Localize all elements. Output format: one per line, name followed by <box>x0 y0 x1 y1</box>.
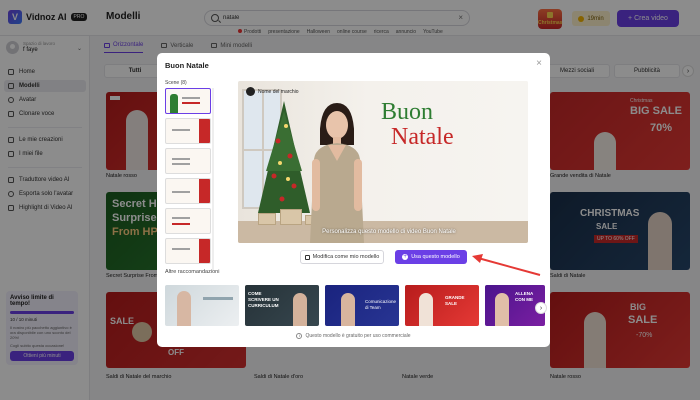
scene-thumbnail[interactable] <box>165 238 211 264</box>
avatar-figure <box>419 293 433 326</box>
card-text: GRANDE SALE <box>445 295 465 306</box>
card-text: Comunicazione di Team <box>365 299 397 310</box>
brand-placeholder: Nome del marchio <box>246 87 299 96</box>
scene-thumbnail[interactable] <box>165 118 211 144</box>
scene-accent <box>199 239 210 263</box>
edit-as-my-template-button[interactable]: Modifica come mio modello <box>300 250 384 264</box>
scene-text-line <box>172 217 190 219</box>
scene-text-line <box>172 248 190 250</box>
scene-text-line <box>172 163 190 165</box>
scene-list-scrollbar[interactable] <box>212 88 214 270</box>
text-line <box>203 297 233 300</box>
video-preview[interactable]: Nome del marchio Buon Natale Personalizz… <box>238 81 528 243</box>
scene-text-line <box>172 191 190 193</box>
avatar-figure <box>495 293 509 326</box>
scene-accent <box>199 179 210 203</box>
card-text: COME SCRIVERE UN CURRICULUM <box>248 291 279 308</box>
recommendation-card[interactable]: Comunicazione di Team <box>325 285 399 326</box>
scene-accent <box>199 119 210 143</box>
preview-title-natale: Natale <box>391 124 454 150</box>
template-preview-modal: Buon Natale × Scene (8) Nome del marchio… <box>157 53 550 347</box>
edit-icon <box>304 254 310 260</box>
scene-text-line <box>172 158 190 160</box>
avatar-figure <box>293 293 307 326</box>
scene-thumbnail[interactable] <box>165 88 211 114</box>
preview-subtitle: Personalizza questo modello di video Buo… <box>322 229 456 235</box>
recommendations-next-button[interactable]: › <box>535 302 547 314</box>
plus-icon: + <box>402 254 409 260</box>
preview-title-buon: Buon <box>381 99 434 125</box>
scene-thumbnail[interactable] <box>165 208 211 234</box>
scenes-label: Scene (8) <box>165 80 187 86</box>
recommendation-card[interactable] <box>165 285 239 326</box>
scene-text-line <box>172 129 190 131</box>
christmas-tree-image <box>258 101 310 223</box>
avatar-figure <box>177 291 191 326</box>
modal-title: Buon Natale <box>165 61 209 70</box>
presenter-avatar <box>310 103 364 243</box>
scene-text-line <box>172 223 190 225</box>
gift-box <box>280 209 302 225</box>
avatar-figure <box>341 293 355 326</box>
scene-thumbnail[interactable] <box>165 148 211 174</box>
commercial-use-note: i Questo modello è gratuito per uso comm… <box>157 333 550 339</box>
gift-box <box>258 213 276 225</box>
recommendations-label: Altre raccomandazioni <box>165 269 220 275</box>
recommendations-row: COME SCRIVERE UN CURRICULUM Comunicazion… <box>165 285 547 327</box>
scene-tree <box>170 94 178 113</box>
close-icon[interactable]: × <box>536 58 542 69</box>
scene-text-line <box>182 97 200 99</box>
scene-list <box>165 88 215 270</box>
annotation-arrow-icon <box>472 254 541 276</box>
use-template-button[interactable]: + Usa questo modello <box>395 250 467 264</box>
info-icon: i <box>296 333 303 339</box>
recommendation-card[interactable]: COME SCRIVERE UN CURRICULUM <box>245 285 319 326</box>
brand-logo-icon <box>246 87 255 96</box>
brand-name-text: Nome del marchio <box>258 88 299 95</box>
recommendation-card[interactable]: GRANDE SALE <box>405 285 479 326</box>
scene-thumbnail[interactable] <box>165 178 211 204</box>
scene-text-line <box>182 102 200 104</box>
